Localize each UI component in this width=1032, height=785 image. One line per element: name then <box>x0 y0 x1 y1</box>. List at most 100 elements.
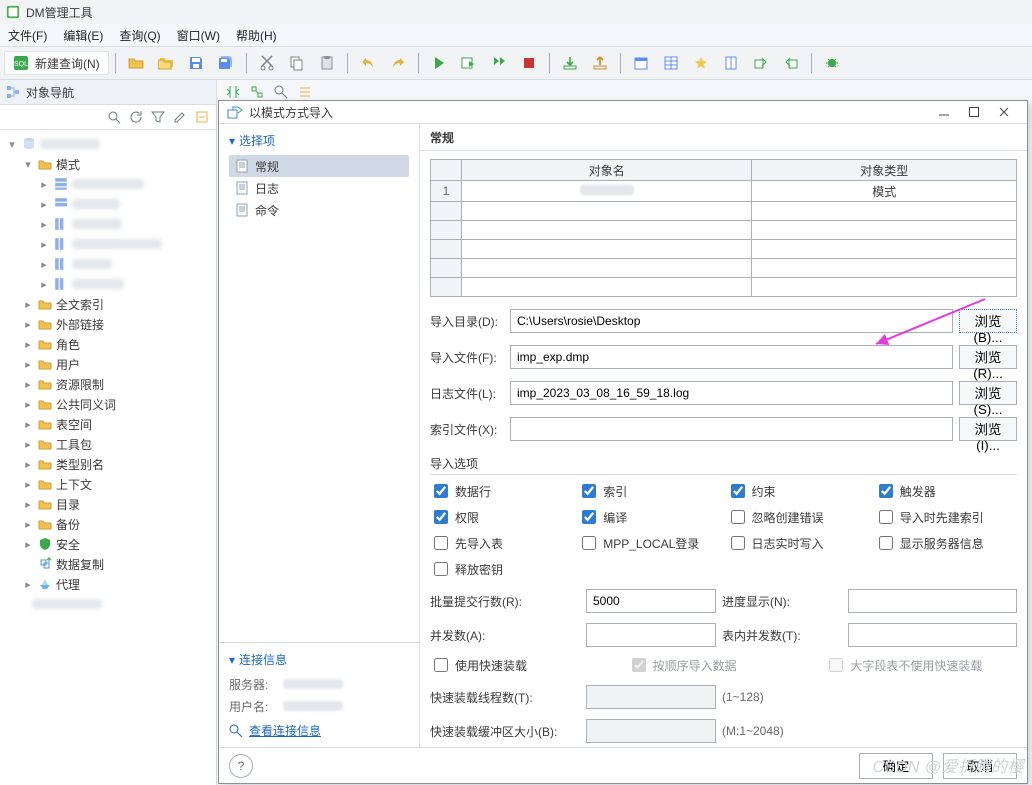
tree-item: ▸角色 <box>0 334 216 354</box>
chk-import-table-first[interactable]: 先导入表 <box>430 533 572 553</box>
menu-query[interactable]: 查询(Q) <box>119 27 160 44</box>
paste-icon[interactable] <box>313 52 341 74</box>
collapse-icon[interactable] <box>192 107 212 127</box>
calendar-icon[interactable] <box>627 52 655 74</box>
new-query-button[interactable]: SQL 新建查询(N) <box>4 51 109 75</box>
menu-file[interactable]: 文件(F) <box>8 27 47 44</box>
cut-icon[interactable] <box>253 52 281 74</box>
page-icon <box>235 203 249 217</box>
tree-item: ▸用户 <box>0 354 216 374</box>
import-icon[interactable] <box>777 52 805 74</box>
view-conn-link[interactable]: 查看连接信息 <box>229 722 409 739</box>
browse-index-button[interactable]: 浏览(I)... <box>959 417 1017 441</box>
menu-icon[interactable] <box>295 82 315 102</box>
save-icon[interactable] <box>182 52 210 74</box>
step-run-icon[interactable] <box>485 52 513 74</box>
minimize-button[interactable] <box>929 101 959 123</box>
log-file-row: 日志文件(L): 浏览(S)... <box>430 381 1017 405</box>
open-icon[interactable] <box>122 52 150 74</box>
fast-buf-input[interactable] <box>586 719 716 743</box>
chk-build-index-first[interactable]: 导入时先建索引 <box>875 507 1017 527</box>
menu-help[interactable]: 帮助(H) <box>236 27 277 44</box>
chk-log-realtime[interactable]: 日志实时写入 <box>727 533 869 553</box>
debug-icon[interactable] <box>818 52 846 74</box>
import-options: 数据行 索引 约束 触发器 权限 编译 忽略创建错误 导入时先建索引 先导入表 … <box>430 481 1017 579</box>
filter-icon[interactable] <box>148 107 168 127</box>
chk-compile[interactable]: 编译 <box>578 507 720 527</box>
close-button[interactable] <box>989 101 1019 123</box>
object-tree[interactable]: ▾ ▾模式 ▸ ▸ ▸ ▸ ▸ ▸ ▸全文索引 ▸外部链接 ▸角色 ▸用户 ▸资… <box>0 130 216 785</box>
chk-release-key[interactable]: 释放密钥 <box>430 559 572 579</box>
open-multi-icon[interactable] <box>152 52 180 74</box>
copy-icon[interactable] <box>283 52 311 74</box>
shield-icon <box>38 537 52 551</box>
fast-thread-row: 快速装载线程数(T): (1~128) <box>430 685 1017 709</box>
chk-constraint[interactable]: 约束 <box>727 481 869 501</box>
refresh-icon[interactable] <box>126 107 146 127</box>
menu-edit[interactable]: 编辑(E) <box>63 27 103 44</box>
batch-commit-row: 批量提交行数(R): 进度显示(N): <box>430 589 1017 613</box>
import-dir-input[interactable] <box>510 309 953 333</box>
object-navigator-panel: 对象导航 ▾ ▾模式 ▸ ▸ ▸ ▸ ▸ ▸ ▸全文索引 ▸外部链接 ▸角色 ▸… <box>0 80 217 785</box>
nav-toolbar <box>0 105 216 130</box>
select-item-cmd[interactable]: 命令 <box>229 199 409 221</box>
chk-use-fast-load[interactable]: 使用快速装载 <box>430 655 622 675</box>
tree-schema: ▾模式 <box>0 154 216 174</box>
zoom-icon[interactable] <box>271 82 291 102</box>
conn-info-header: ▾连接信息 <box>229 651 409 668</box>
undo-icon[interactable] <box>354 52 382 74</box>
tree-item: ▸资源限制 <box>0 374 216 394</box>
agent-icon <box>38 577 52 591</box>
select-item-general[interactable]: 常规 <box>229 155 409 177</box>
book-icon[interactable] <box>717 52 745 74</box>
favorite-icon[interactable] <box>687 52 715 74</box>
intable-concurrency-input[interactable] <box>848 623 1017 647</box>
import-file-input[interactable] <box>510 345 953 369</box>
log-file-input[interactable] <box>510 381 953 405</box>
menu-window[interactable]: 窗口(W) <box>177 27 220 44</box>
import-schema-dialog: 以模式方式导入 ▾选择项 常规 日志 <box>218 100 1028 784</box>
tree-item: ▸上下文 <box>0 474 216 494</box>
chk-mpp-local[interactable]: MPP_LOCAL登录 <box>578 533 720 553</box>
rollback-icon[interactable] <box>586 52 614 74</box>
tree-item-replication: 数据复制 <box>0 554 216 574</box>
commit-icon[interactable] <box>556 52 584 74</box>
chk-show-server-info[interactable]: 显示服务器信息 <box>875 533 1017 553</box>
chk-index[interactable]: 索引 <box>578 481 720 501</box>
progress-input[interactable] <box>848 589 1017 613</box>
select-item-log[interactable]: 日志 <box>229 177 409 199</box>
main-section-header: 常规 <box>420 124 1027 151</box>
export-icon[interactable] <box>747 52 775 74</box>
fast-thread-input[interactable] <box>586 685 716 709</box>
chk-order-import: 按顺序导入数据 <box>628 655 820 675</box>
batch-commit-input[interactable] <box>586 589 716 613</box>
chk-trigger[interactable]: 触发器 <box>875 481 1017 501</box>
tree-item-security: ▸安全 <box>0 534 216 554</box>
browse-file-button[interactable]: 浏览(R)... <box>959 345 1017 369</box>
split-icon[interactable] <box>223 82 243 102</box>
maximize-icon[interactable] <box>247 82 267 102</box>
chk-data-rows[interactable]: 数据行 <box>430 481 572 501</box>
browse-log-button[interactable]: 浏览(S)... <box>959 381 1017 405</box>
stop-icon[interactable] <box>515 52 543 74</box>
redo-icon[interactable] <box>384 52 412 74</box>
run-script-icon[interactable] <box>455 52 483 74</box>
tree-item: ▸目录 <box>0 494 216 514</box>
find-icon[interactable] <box>104 107 124 127</box>
run-icon[interactable] <box>425 52 453 74</box>
edit-icon[interactable] <box>170 107 190 127</box>
chk-privilege[interactable]: 权限 <box>430 507 572 527</box>
maximize-button[interactable] <box>959 101 989 123</box>
nav-tab[interactable]: 对象导航 <box>0 80 216 105</box>
help-button[interactable]: ? <box>229 754 253 778</box>
chk-ignore-create-err[interactable]: 忽略创建错误 <box>727 507 869 527</box>
tree-item: ▸类型别名 <box>0 454 216 474</box>
index-file-input[interactable] <box>510 417 953 441</box>
concurrency-input[interactable] <box>586 623 716 647</box>
import-options-header: 导入选项 <box>430 449 1017 475</box>
save-all-icon[interactable] <box>212 52 240 74</box>
table-view-icon[interactable] <box>657 52 685 74</box>
object-table: 对象名 对象类型 1 模式 <box>430 159 1017 297</box>
browse-dir-button[interactable]: 浏览(B)... <box>959 309 1017 333</box>
app-icon <box>6 5 20 19</box>
